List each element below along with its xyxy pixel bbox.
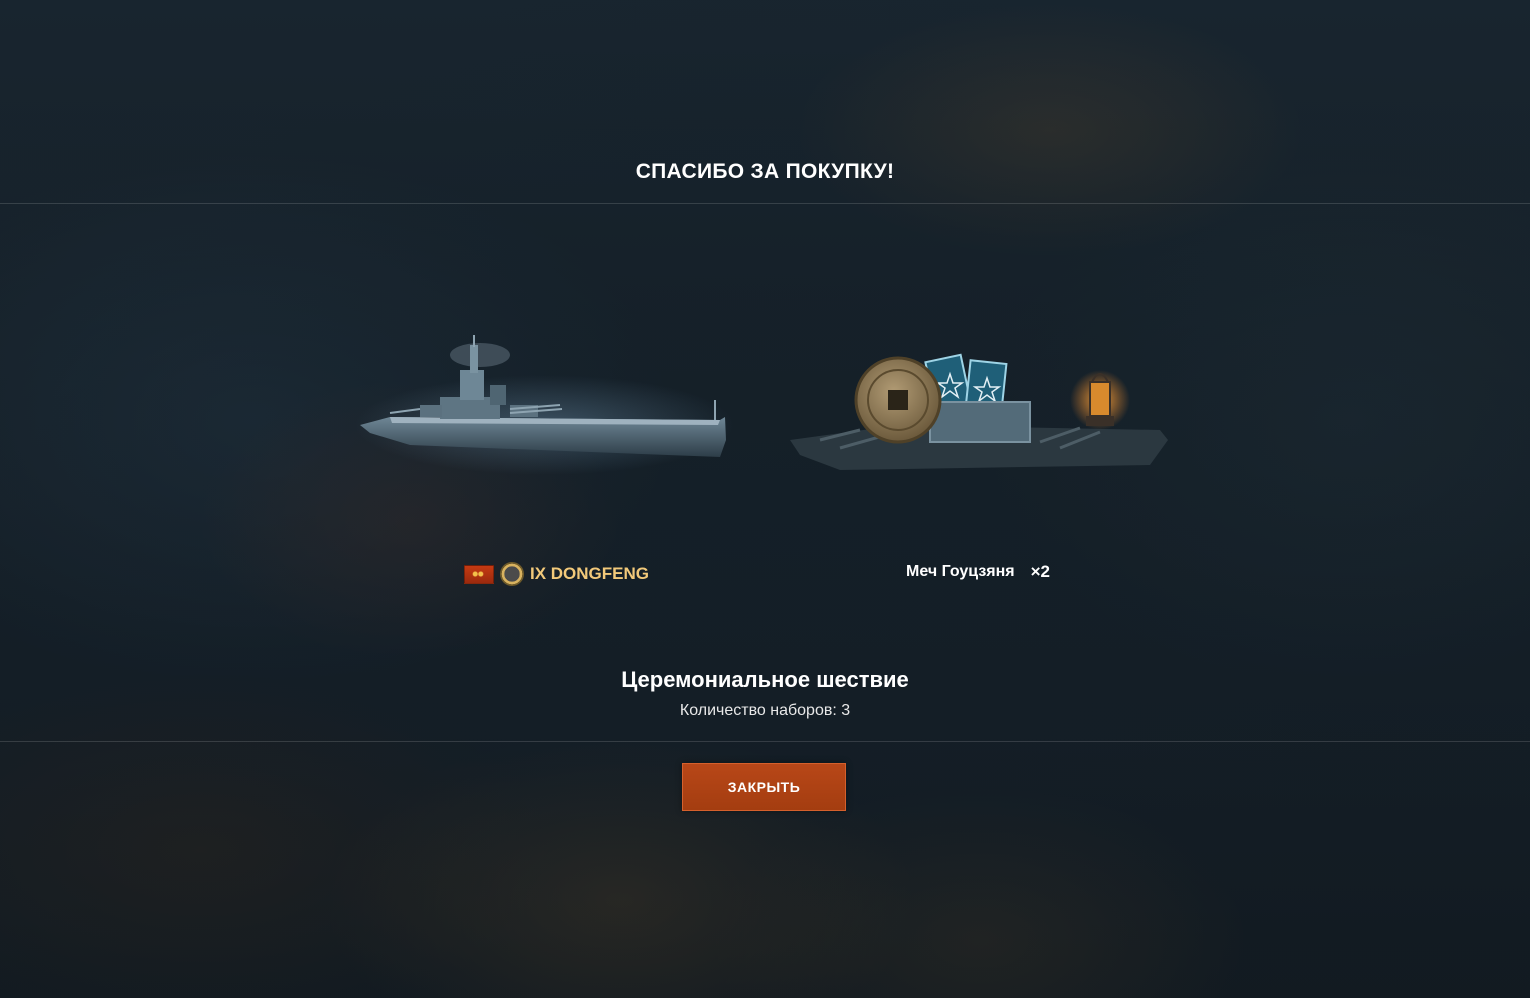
item-reward-image	[780, 330, 1180, 500]
bottom-divider	[0, 741, 1530, 742]
ship-name: IX DONGFENG	[530, 564, 650, 583]
item-reward-label: Меч Гоуцзяня ×2	[906, 562, 1050, 582]
destroyer-class-icon	[500, 562, 524, 586]
bronze-coin-icon	[854, 356, 942, 444]
pan-asian-flag-icon	[464, 564, 494, 584]
ship-reward-label: IX DONGFENG	[464, 562, 649, 586]
top-divider	[0, 203, 1530, 204]
background-vignette	[0, 0, 1530, 998]
bundle-count: Количество наборов: 3	[679, 702, 851, 719]
bundle-name: Церемониальное шествие	[621, 667, 909, 692]
ship-reward-image	[350, 325, 740, 485]
close-button[interactable]: ЗАКРЫТЬ	[682, 763, 846, 811]
battleship-icon	[355, 335, 735, 475]
lantern-icon	[1070, 370, 1130, 430]
dialog-title: СПАСИБО ЗА ПОКУПКУ!	[635, 160, 895, 183]
item-multiplier: ×2	[1030, 562, 1051, 581]
item-name: Меч Гоуцзяня	[906, 563, 1015, 580]
